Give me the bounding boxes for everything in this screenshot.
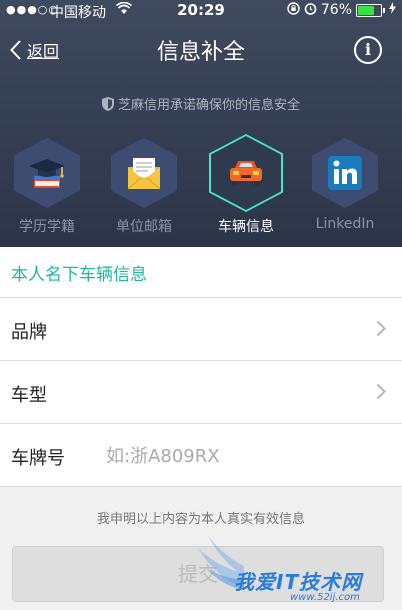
- status-bar: ●●●○○ 中国移动 20:29 76%: [0, 0, 402, 22]
- status-right: 76%: [287, 2, 396, 18]
- tab-work-email-badge: [99, 132, 189, 214]
- linkedin-icon: [328, 156, 362, 190]
- tab-label: LinkedIn: [315, 216, 375, 232]
- declaration-text: 我申明以上内容为本人真实有效信息: [96, 512, 305, 527]
- tab-linkedin-badge: [300, 132, 390, 214]
- tab-vehicle-info-badge: [201, 132, 291, 214]
- tab-education-badge: [2, 132, 92, 214]
- alarm-icon: [304, 2, 317, 18]
- plate-label: 车牌号: [11, 448, 65, 469]
- chevron-right-icon: [376, 320, 386, 337]
- brand-label: 品牌: [11, 322, 47, 343]
- security-promise-text: 芝麻信用承诺确保你的信息安全: [117, 98, 300, 113]
- graduation-cap-icon: [29, 159, 65, 188]
- tab-vehicle-info[interactable]: 车辆信息: [201, 132, 291, 236]
- nav-bar: 返回 信息补全 i: [0, 28, 402, 74]
- shield-icon: [101, 97, 114, 115]
- envelope-icon: [127, 158, 161, 190]
- tab-label: 单位邮箱: [116, 219, 172, 235]
- plate-row: 车牌号: [0, 424, 402, 487]
- charging-icon: [389, 2, 396, 18]
- chevron-right-icon: [376, 383, 386, 400]
- header: ●●●○○ 中国移动 20:29 76% 返回 信息补全 i 芝麻信用承诺确保你…: [0, 0, 402, 247]
- info-icon[interactable]: i: [354, 36, 382, 64]
- battery-tip: [383, 7, 385, 13]
- tab-label: 车辆信息: [218, 219, 274, 235]
- tab-education[interactable]: 学历学籍: [2, 132, 92, 236]
- model-label: 车型: [11, 385, 47, 406]
- brand-row[interactable]: 品牌: [0, 298, 402, 361]
- page-title: 信息补全: [156, 40, 245, 65]
- model-row[interactable]: 车型: [0, 361, 402, 424]
- plate-number-input[interactable]: [104, 436, 388, 476]
- tab-work-email[interactable]: 单位邮箱: [99, 132, 189, 236]
- battery-icon: [356, 3, 382, 17]
- category-tabs: 学历学籍 单位邮箱 车辆信息 LinkedIn: [0, 132, 402, 244]
- tab-label: 学历学籍: [19, 219, 75, 235]
- security-promise: 芝麻信用承诺确保你的信息安全: [0, 94, 402, 115]
- battery-fill: [358, 5, 375, 15]
- tab-linkedin[interactable]: LinkedIn: [300, 132, 390, 232]
- rotation-lock-icon: [287, 2, 300, 18]
- section-title: 本人名下车辆信息: [0, 247, 402, 298]
- section-title-text: 本人名下车辆信息: [11, 265, 147, 285]
- submit-button[interactable]: 提交: [12, 546, 384, 602]
- battery-percent: 76%: [320, 2, 352, 18]
- car-icon: [230, 161, 262, 186]
